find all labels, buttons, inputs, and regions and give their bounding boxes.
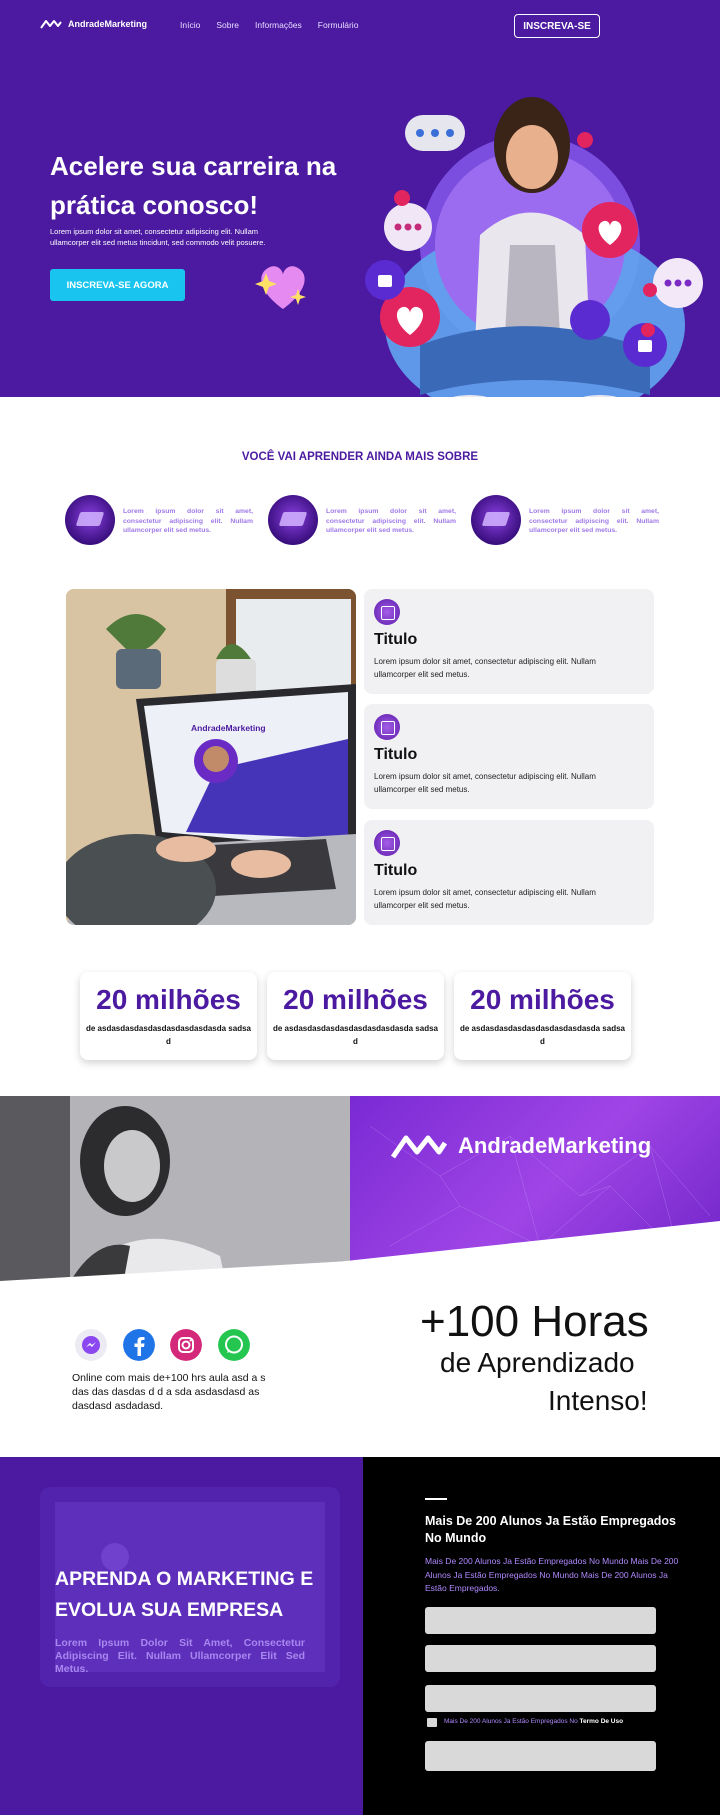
feature-card: Titulo Lorem ipsum dolor sit amet, conse… [364,704,654,809]
feature-icon [374,714,400,740]
terms-checkbox[interactable] [427,1718,437,1727]
sparkle-heart-icon [255,266,306,309]
laptop-bg-pattern [40,1487,340,1687]
cta-text: Lorem Ipsum Dolor Sit Amet, Consectetur … [55,1637,305,1675]
stat-value: 20 milhões [96,984,241,1015]
terms-label: Mais De 200 Alunos Ja Estão Empregados N… [444,1718,623,1725]
feature-title: Titulo [374,862,418,879]
laptop-photo: AndradeMarketing [66,589,356,925]
laptop-scene: AndradeMarketing [66,589,356,925]
form-subtitle: Mais De 200 Alunos Ja Estão Empregados N… [425,1556,679,1593]
logo-icon [40,20,62,29]
terms-text: Mais De 200 Alunos Ja Estão Empregados N… [444,1718,578,1725]
learn-item: Lorem ipsum dolor sit amet, consectetur … [471,495,661,547]
learn-item: Lorem ipsum dolor sit amet, consectetur … [268,495,458,547]
whatsapp-icon[interactable] [218,1329,250,1361]
signup-button[interactable]: INSCREVA-SE [514,14,600,38]
form-field-1[interactable] [425,1607,656,1634]
brand-logo[interactable]: AndradeMarketing [40,18,147,30]
logo-icon [390,1135,448,1159]
nav-links: Início Sobre Informações Formulário [180,20,358,30]
hero-title: Acelere sua carreira na prática conosco! [50,151,337,220]
learn-item-text: Lorem ipsum dolor sit amet, consectetur … [123,508,253,534]
instagram-icon[interactable] [170,1329,202,1361]
feature-card: Titulo Lorem ipsum dolor sit amet, conse… [364,589,654,694]
stat-card: 20 milhões de asdasdasdasdasdasdasdasdas… [267,972,444,1060]
feature-icon [374,830,400,856]
learn-item-text: Lorem ipsum dolor sit amet, consectetur … [326,508,456,534]
form-divider [425,1498,447,1500]
messenger-icon[interactable] [75,1329,107,1361]
brand-banner: AndradeMarketing [0,1096,720,1301]
banner-brand-name: AndradeMarketing [458,1133,652,1158]
hero-illustration [365,97,703,397]
laptop-screen-brand: AndradeMarketing [191,723,266,733]
cta-section: APRENDA O MARKETING E EVOLUA SUA EMPRESA… [0,1457,363,1815]
stat-card: 20 milhões de asdasdasdasdasdasdasdasdas… [454,972,631,1060]
form-title: Mais De 200 Alunos Ja Estão Empregados N… [425,1514,677,1545]
stat-value: 20 milhões [470,984,615,1015]
isometric-device-icon [471,495,521,545]
signup-form-section: Mais De 200 Alunos Ja Estão Empregados N… [363,1457,720,1815]
hero-text: Lorem ipsum dolor sit amet, consectetur … [50,227,266,247]
facebook-icon[interactable] [123,1329,155,1361]
hours-subtitle-2: Intenso! [548,1385,648,1416]
signup-now-button[interactable]: INSCREVA-SE AGORA [50,269,185,301]
stat-card: 20 milhões de asdasdasdasdasdasdasdasdas… [80,972,257,1060]
stat-description: de asdasdasdasdasdasdasdasdasda sadsad [86,1024,251,1046]
form-field-2[interactable] [425,1645,656,1672]
isometric-device-icon [268,495,318,545]
form-submit-button[interactable] [425,1741,656,1771]
feature-icon [374,599,400,625]
form-field-3[interactable] [425,1685,656,1712]
stat-value: 20 milhões [283,984,428,1015]
feature-text: Lorem ipsum dolor sit amet, consectetur … [374,657,596,679]
nav-link-formulario[interactable]: Formulário [318,20,359,30]
feature-card: Titulo Lorem ipsum dolor sit amet, conse… [364,820,654,925]
brand-name: AndradeMarketing [68,19,148,29]
hours-headline: +100 Horas [420,1297,649,1346]
hours-subtitle: de Aprendizado [440,1347,635,1378]
nav-link-informacoes[interactable]: Informações [255,20,302,30]
cta-title: APRENDA O MARKETING E EVOLUA SUA EMPRESA [55,1568,314,1621]
nav-link-sobre[interactable]: Sobre [216,20,239,30]
stat-description: de asdasdasdasdasdasdasdasdasda sadsad [460,1024,625,1046]
feature-title: Titulo [374,746,418,763]
diagonal-divider [0,1221,720,1301]
top-nav: AndradeMarketing Início Sobre Informaçõe… [0,14,720,38]
isometric-device-icon [65,495,115,545]
nav-link-inicio[interactable]: Início [180,20,200,30]
social-text: Online com mais de+100 hrs aula asd a s … [72,1372,266,1412]
stat-description: de asdasdasdasdasdasdasdasdasda sadsad [273,1024,438,1046]
feature-text: Lorem ipsum dolor sit amet, consectetur … [374,888,596,910]
hero-section: AndradeMarketing Início Sobre Informaçõe… [0,0,720,397]
learn-item-text: Lorem ipsum dolor sit amet, consectetur … [529,508,659,534]
learn-section-title: VOCÊ VAI APRENDER AINDA MAIS SOBRE [241,451,479,463]
banner-brand: AndradeMarketing [390,1131,651,1161]
learn-item: Lorem ipsum dolor sit amet, consectetur … [65,495,255,547]
terms-link[interactable]: Termo De Uso [580,1718,624,1725]
feature-title: Titulo [374,631,418,648]
feature-text: Lorem ipsum dolor sit amet, consectetur … [374,772,596,794]
